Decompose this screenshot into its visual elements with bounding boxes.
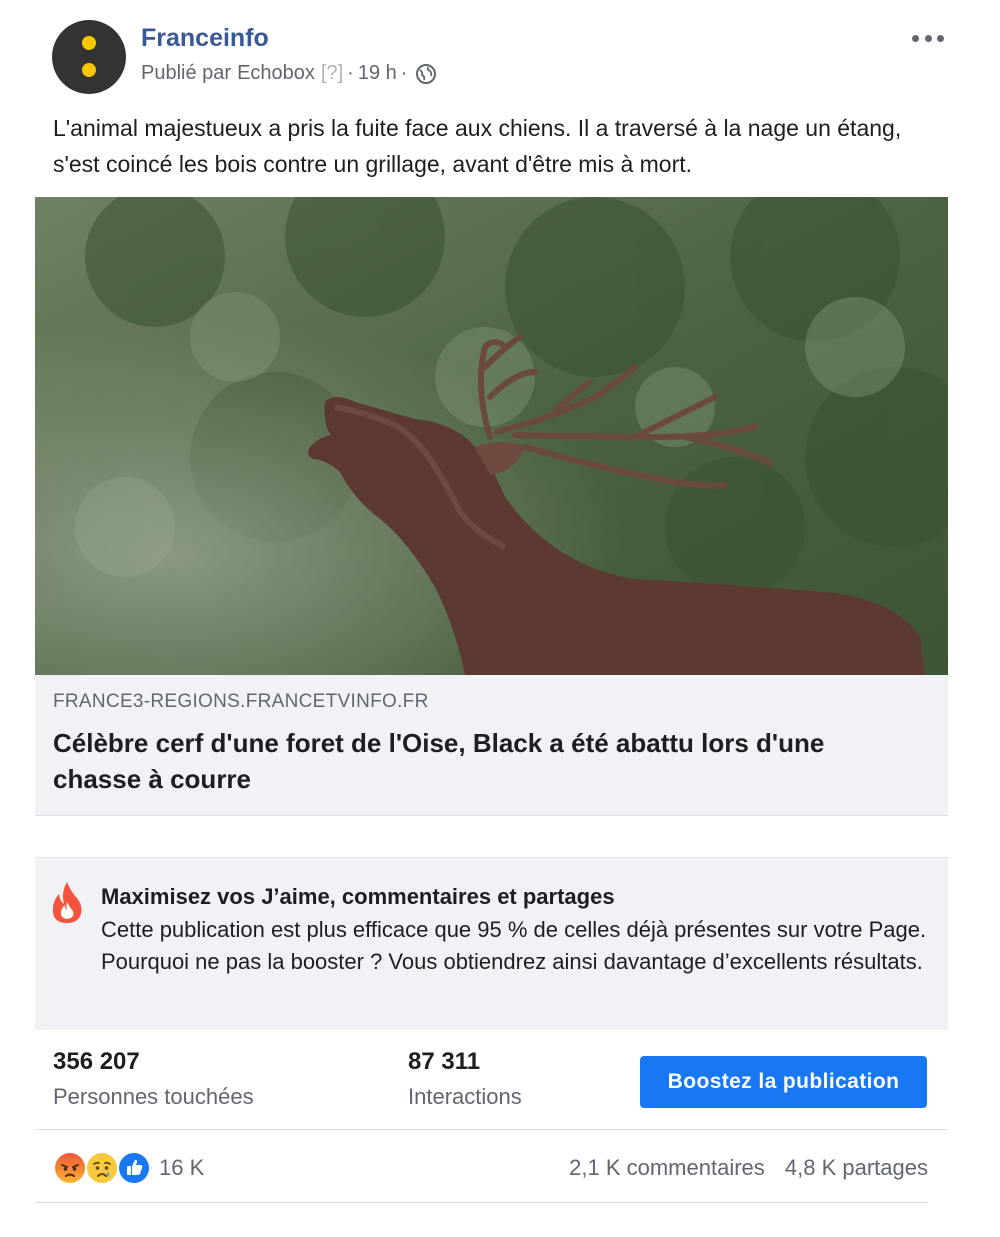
post-timestamp[interactable]: 19 h xyxy=(358,62,397,85)
engagement-counts: 2,1 K commentaires 4,8 K partages xyxy=(569,1155,928,1181)
post-text: L'animal majestueux a pris la fuite face… xyxy=(53,115,902,177)
boost-tip-body: Cette publication est plus efficace que … xyxy=(101,917,927,974)
interactions-stat[interactable]: 87 311 Interactions xyxy=(408,1048,522,1110)
like-reaction-icon xyxy=(117,1151,151,1185)
more-options-icon[interactable] xyxy=(908,28,948,48)
link-domain: FRANCE3-REGIONS.FRANCETVINFO.FR xyxy=(53,691,429,712)
globe-icon[interactable] xyxy=(415,63,437,85)
comments-count-link[interactable]: 2,1 K commentaires xyxy=(569,1155,765,1180)
reaction-count[interactable]: 16 K xyxy=(159,1155,204,1181)
link-preview-card[interactable]: FRANCE3-REGIONS.FRANCETVINFO.FR Célèbre … xyxy=(35,197,948,816)
meta-separator: · xyxy=(347,62,354,84)
angry-reaction-icon xyxy=(53,1151,87,1185)
page-name-link[interactable]: Franceinfo xyxy=(141,24,269,53)
interactions-value: 87 311 xyxy=(408,1048,481,1075)
meta-separator: · xyxy=(400,62,408,84)
boost-post-button[interactable]: Boostez la publication xyxy=(640,1056,927,1108)
publisher-help-tag[interactable]: [?] xyxy=(321,62,343,85)
avatar-dot xyxy=(82,36,96,50)
link-info[interactable]: FRANCE3-REGIONS.FRANCETVINFO.FR Célèbre … xyxy=(35,675,948,815)
sad-reaction-icon xyxy=(85,1151,119,1185)
boost-tip-panel: Maximisez vos J’aime, commentaires et pa… xyxy=(35,857,948,1030)
fire-icon xyxy=(49,880,85,924)
avatar-dot xyxy=(82,63,96,77)
publisher-name[interactable]: Echobox xyxy=(237,62,315,85)
stag-photo[interactable] xyxy=(35,197,948,675)
shares-count-link[interactable]: 4,8 K partages xyxy=(785,1155,928,1180)
reactions-bar: 16 K 2,1 K commentaires 4,8 K partages xyxy=(35,1131,928,1203)
link-title[interactable]: Célèbre cerf d'une foret de l'Oise, Blac… xyxy=(53,725,873,797)
boost-tip-title: Maximisez vos J’aime, commentaires et pa… xyxy=(101,884,615,909)
interactions-label: Interactions xyxy=(408,1084,522,1109)
reach-label: Personnes touchées xyxy=(53,1084,254,1109)
post-meta: Publié par Echobox [?] · 19 h · xyxy=(141,62,437,85)
reach-stat[interactable]: 356 207 Personnes touchées xyxy=(53,1048,254,1110)
published-by-label: Publié par xyxy=(141,62,232,84)
reaction-icons[interactable] xyxy=(53,1151,151,1185)
post-stats: 356 207 Personnes touchées 87 311 Intera… xyxy=(35,1030,948,1130)
post-header: Franceinfo Publié par Echobox [?] · 19 h… xyxy=(52,20,948,96)
reach-value: 356 207 xyxy=(53,1048,140,1075)
page-avatar[interactable] xyxy=(52,20,126,94)
